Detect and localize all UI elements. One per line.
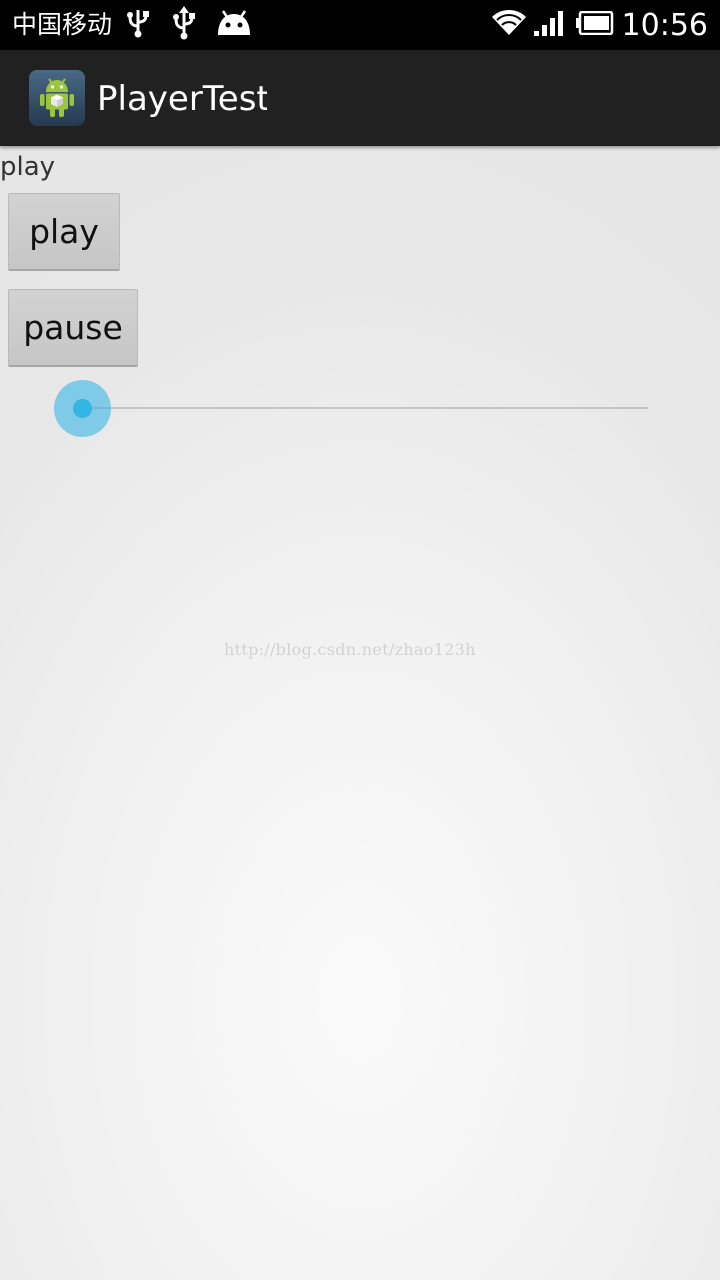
clock: 10:56 [621,7,708,43]
play-button[interactable]: play [8,193,120,271]
usb-debug-icon [172,6,196,44]
seekbar-track[interactable] [82,407,648,409]
action-bar: PlayerTest [0,50,720,146]
status-left: 中国移动 [12,0,252,50]
app-title: PlayerTest [97,79,267,119]
pause-button[interactable]: pause [8,289,138,367]
status-bar: 中国移动 10:56 [0,0,720,50]
battery-icon [575,10,614,39]
carrier-label: 中国移动 [12,10,113,39]
seekbar-thumb-core[interactable] [73,399,92,418]
wifi-icon [491,9,526,41]
usb-icon [126,8,150,42]
seekbar-thumb[interactable] [54,380,111,437]
signal-icon [533,9,566,41]
seekbar[interactable] [50,376,650,440]
watermark-text: http://blog.csdn.net/zhao123h [224,640,476,659]
android-icon [216,9,252,41]
playback-status-text: play [0,152,56,182]
android-app-icon[interactable] [29,70,85,126]
status-right: 10:56 [491,0,708,50]
